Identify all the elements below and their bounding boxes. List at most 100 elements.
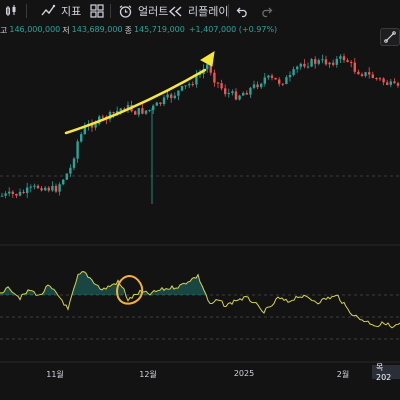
candle-body	[321, 59, 324, 61]
candle-body	[335, 58, 338, 65]
time-label-dec: 12월	[139, 370, 157, 379]
candle-body	[371, 74, 374, 79]
candle-body	[166, 94, 169, 98]
candle-body	[342, 56, 346, 61]
candle-body	[270, 75, 274, 78]
candle-body	[144, 110, 148, 114]
candle-body	[213, 72, 216, 83]
candle-body	[389, 81, 392, 85]
candle-body	[65, 173, 68, 180]
candle-body	[134, 111, 137, 115]
candle-body	[274, 77, 277, 80]
candle-body	[206, 64, 209, 70]
candle-body	[101, 116, 104, 118]
candle-body	[148, 109, 151, 111]
candle-body	[260, 83, 263, 88]
candle-body	[296, 66, 299, 70]
candle-body	[80, 134, 83, 142]
candle-body	[15, 194, 18, 196]
candle-body	[278, 79, 281, 84]
candle-body	[339, 56, 342, 59]
candle-body	[256, 84, 259, 88]
time-label-feb: 2월	[336, 370, 350, 379]
candle-body	[285, 77, 288, 85]
candle-body	[54, 185, 58, 192]
candle-body	[216, 82, 220, 84]
candle-body	[173, 95, 176, 99]
candle-body	[47, 187, 50, 191]
candle-body	[188, 84, 191, 86]
candle-body	[76, 141, 79, 159]
candle-body	[288, 75, 292, 78]
time-label-2025: 2025	[233, 369, 255, 378]
candle-body	[170, 94, 173, 99]
candle-body	[51, 185, 54, 191]
candle-body	[33, 185, 36, 187]
candle-body	[386, 82, 389, 85]
candle-body	[227, 93, 230, 95]
candle-body	[267, 75, 270, 78]
candle-body	[364, 72, 367, 76]
candle-body	[299, 63, 302, 67]
candle-body	[234, 91, 238, 100]
candle-body	[180, 85, 184, 91]
candle-body	[72, 158, 76, 168]
candle-body	[0, 195, 4, 197]
candle-body	[238, 95, 241, 100]
candle-body	[350, 62, 353, 64]
candle-body	[155, 102, 158, 106]
candle-body	[141, 108, 144, 114]
candle-body	[220, 83, 223, 89]
trend-arrowhead-annotation	[200, 51, 215, 67]
candle-body	[191, 84, 194, 86]
candle-body	[224, 88, 227, 95]
price-chart[interactable]	[0, 0, 400, 400]
candle-body	[58, 184, 61, 192]
candle-body	[8, 191, 11, 194]
candle-body	[22, 191, 25, 194]
candle-body	[353, 62, 356, 72]
candle-body	[245, 92, 248, 95]
candle-body	[4, 193, 7, 196]
candle-body	[137, 108, 140, 115]
candle-body	[332, 62, 335, 65]
candle-body	[249, 87, 252, 95]
time-label-nov: 11월	[46, 370, 64, 379]
candle-body	[11, 191, 14, 195]
candle-body	[26, 187, 29, 194]
candle-body	[242, 92, 245, 96]
candle-body	[263, 77, 266, 84]
crosshair-date-badge: 목 202	[372, 363, 400, 382]
candle-body	[346, 60, 349, 63]
candle-body	[40, 188, 43, 191]
candle-body	[281, 83, 284, 85]
candle-body	[177, 90, 180, 96]
candle-body	[357, 71, 360, 75]
candle-body	[378, 78, 382, 80]
candle-body	[328, 62, 331, 65]
candle-body	[162, 97, 166, 105]
candle-body	[306, 66, 310, 68]
candlestick-series	[0, 53, 400, 204]
candle-body	[29, 186, 32, 188]
candle-body	[119, 108, 122, 111]
candle-body	[317, 60, 320, 64]
candle-body	[252, 84, 256, 88]
candle-body	[184, 85, 187, 87]
candle-body	[62, 179, 65, 185]
oscillator-line	[0, 271, 400, 329]
oscillator-overbought-fill	[0, 271, 206, 295]
candle-body	[375, 78, 378, 80]
candle-body	[310, 59, 313, 67]
candle-body	[393, 81, 396, 84]
candle-body	[36, 185, 40, 189]
candle-body	[382, 78, 385, 83]
candle-body	[159, 102, 162, 105]
trend-arrow-annotation	[64, 68, 207, 135]
candle-body	[396, 83, 400, 86]
candle-body	[94, 123, 97, 128]
candle-body	[360, 74, 364, 76]
candle-body	[112, 112, 115, 114]
candle-body	[314, 59, 317, 64]
candle-body	[44, 187, 47, 191]
